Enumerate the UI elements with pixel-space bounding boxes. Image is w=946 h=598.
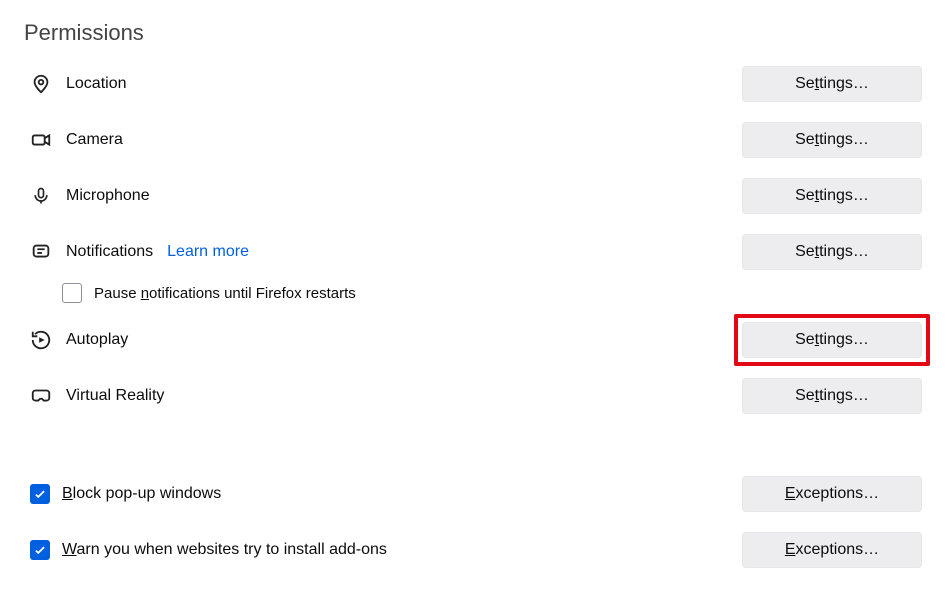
- row-pause-notifications: Pause notifications until Firefox restar…: [62, 282, 922, 304]
- label-autoplay: Autoplay: [66, 331, 128, 349]
- section-title: Permissions: [24, 20, 922, 46]
- settings-button-camera[interactable]: Settings…: [742, 122, 922, 158]
- row-vr: Virtual Reality Settings…: [30, 376, 922, 416]
- row-microphone: Microphone Settings…: [30, 176, 922, 216]
- autoplay-icon: [30, 329, 52, 351]
- checkbox-warn-addons[interactable]: [30, 540, 50, 560]
- settings-button-autoplay[interactable]: Settings…: [742, 322, 922, 358]
- row-warn-addons: Warn you when websites try to install ad…: [30, 530, 922, 570]
- row-camera: Camera Settings…: [30, 120, 922, 160]
- row-autoplay: Autoplay Settings…: [30, 320, 922, 360]
- settings-button-location[interactable]: Settings…: [742, 66, 922, 102]
- camera-icon: [30, 129, 52, 151]
- label-camera: Camera: [66, 131, 123, 149]
- exceptions-button-popups[interactable]: Exceptions…: [742, 476, 922, 512]
- location-icon: [30, 73, 52, 95]
- notifications-icon: [30, 241, 52, 263]
- spacer: [30, 432, 922, 458]
- label-vr: Virtual Reality: [66, 387, 164, 405]
- learn-more-link[interactable]: Learn more: [167, 243, 249, 261]
- label-location: Location: [66, 75, 127, 93]
- permissions-panel: Permissions Location Settings… Camer: [0, 0, 946, 598]
- row-location: Location Settings…: [30, 64, 922, 104]
- settings-button-microphone[interactable]: Settings…: [742, 178, 922, 214]
- permissions-rows: Location Settings… Camera Settings…: [30, 64, 922, 570]
- microphone-icon: [30, 185, 52, 207]
- highlight-autoplay-settings: Settings…: [734, 314, 930, 366]
- exceptions-button-addons[interactable]: Exceptions…: [742, 532, 922, 568]
- vr-icon: [30, 385, 52, 407]
- label-block-popups: Block pop-up windows: [62, 485, 221, 503]
- settings-button-vr[interactable]: Settings…: [742, 378, 922, 414]
- settings-button-notifications[interactable]: Settings…: [742, 234, 922, 270]
- label-warn-addons: Warn you when websites try to install ad…: [62, 541, 387, 559]
- label-microphone: Microphone: [66, 187, 150, 205]
- label-notifications: Notifications: [66, 243, 153, 261]
- label-pause-notifications: Pause notifications until Firefox restar…: [94, 285, 356, 302]
- checkbox-pause-notifications[interactable]: [62, 283, 82, 303]
- row-block-popups: Block pop-up windows Exceptions…: [30, 474, 922, 514]
- checkbox-block-popups[interactable]: [30, 484, 50, 504]
- row-notifications: Notifications Learn more Settings…: [30, 232, 922, 272]
